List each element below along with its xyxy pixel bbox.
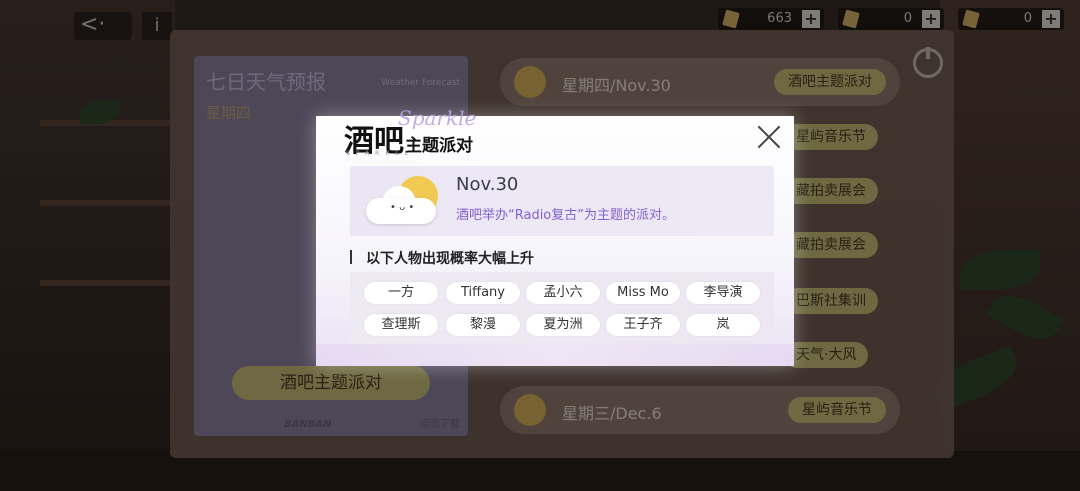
character-chip: 黎漫 bbox=[446, 314, 520, 336]
character-chip: 夏为洲 bbox=[526, 314, 600, 336]
event-detail-modal: 酒吧主题派对 Sparkle SPARKLE • ᴗ • Nov.30 酒吧举办… bbox=[316, 106, 794, 366]
sun-cloud-icon: • ᴗ • bbox=[364, 172, 444, 232]
character-chip: 查理斯 bbox=[364, 314, 438, 336]
character-chip: 一方 bbox=[364, 282, 438, 304]
modal-title-small: 主题派对 bbox=[405, 136, 473, 156]
character-chip: Tiffany bbox=[446, 282, 520, 304]
character-chip: 孟小六 bbox=[526, 282, 600, 304]
event-description: 酒吧举办“Radio复古”为主题的派对。 bbox=[456, 208, 676, 223]
character-chip: 岚 bbox=[686, 314, 760, 336]
modal-sparkle-text: SPARKLE bbox=[346, 150, 415, 157]
close-button[interactable] bbox=[756, 124, 782, 150]
character-list: 一方 Tiffany 孟小六 Miss Mo 李导演 查理斯 黎漫 夏为洲 王子… bbox=[350, 272, 774, 344]
character-chip: 王子齐 bbox=[606, 314, 680, 336]
event-date: Nov.30 bbox=[456, 174, 519, 195]
modal-script-text: Sparkle bbox=[398, 106, 477, 130]
section-header: 以下人物出现概率大幅上升 bbox=[366, 251, 534, 267]
character-chip: Miss Mo bbox=[606, 282, 680, 304]
character-chip: 李导演 bbox=[686, 282, 760, 304]
event-info-box: • ᴗ • Nov.30 酒吧举办“Radio复古”为主题的派对。 bbox=[350, 166, 774, 236]
modal-glow bbox=[316, 344, 794, 366]
